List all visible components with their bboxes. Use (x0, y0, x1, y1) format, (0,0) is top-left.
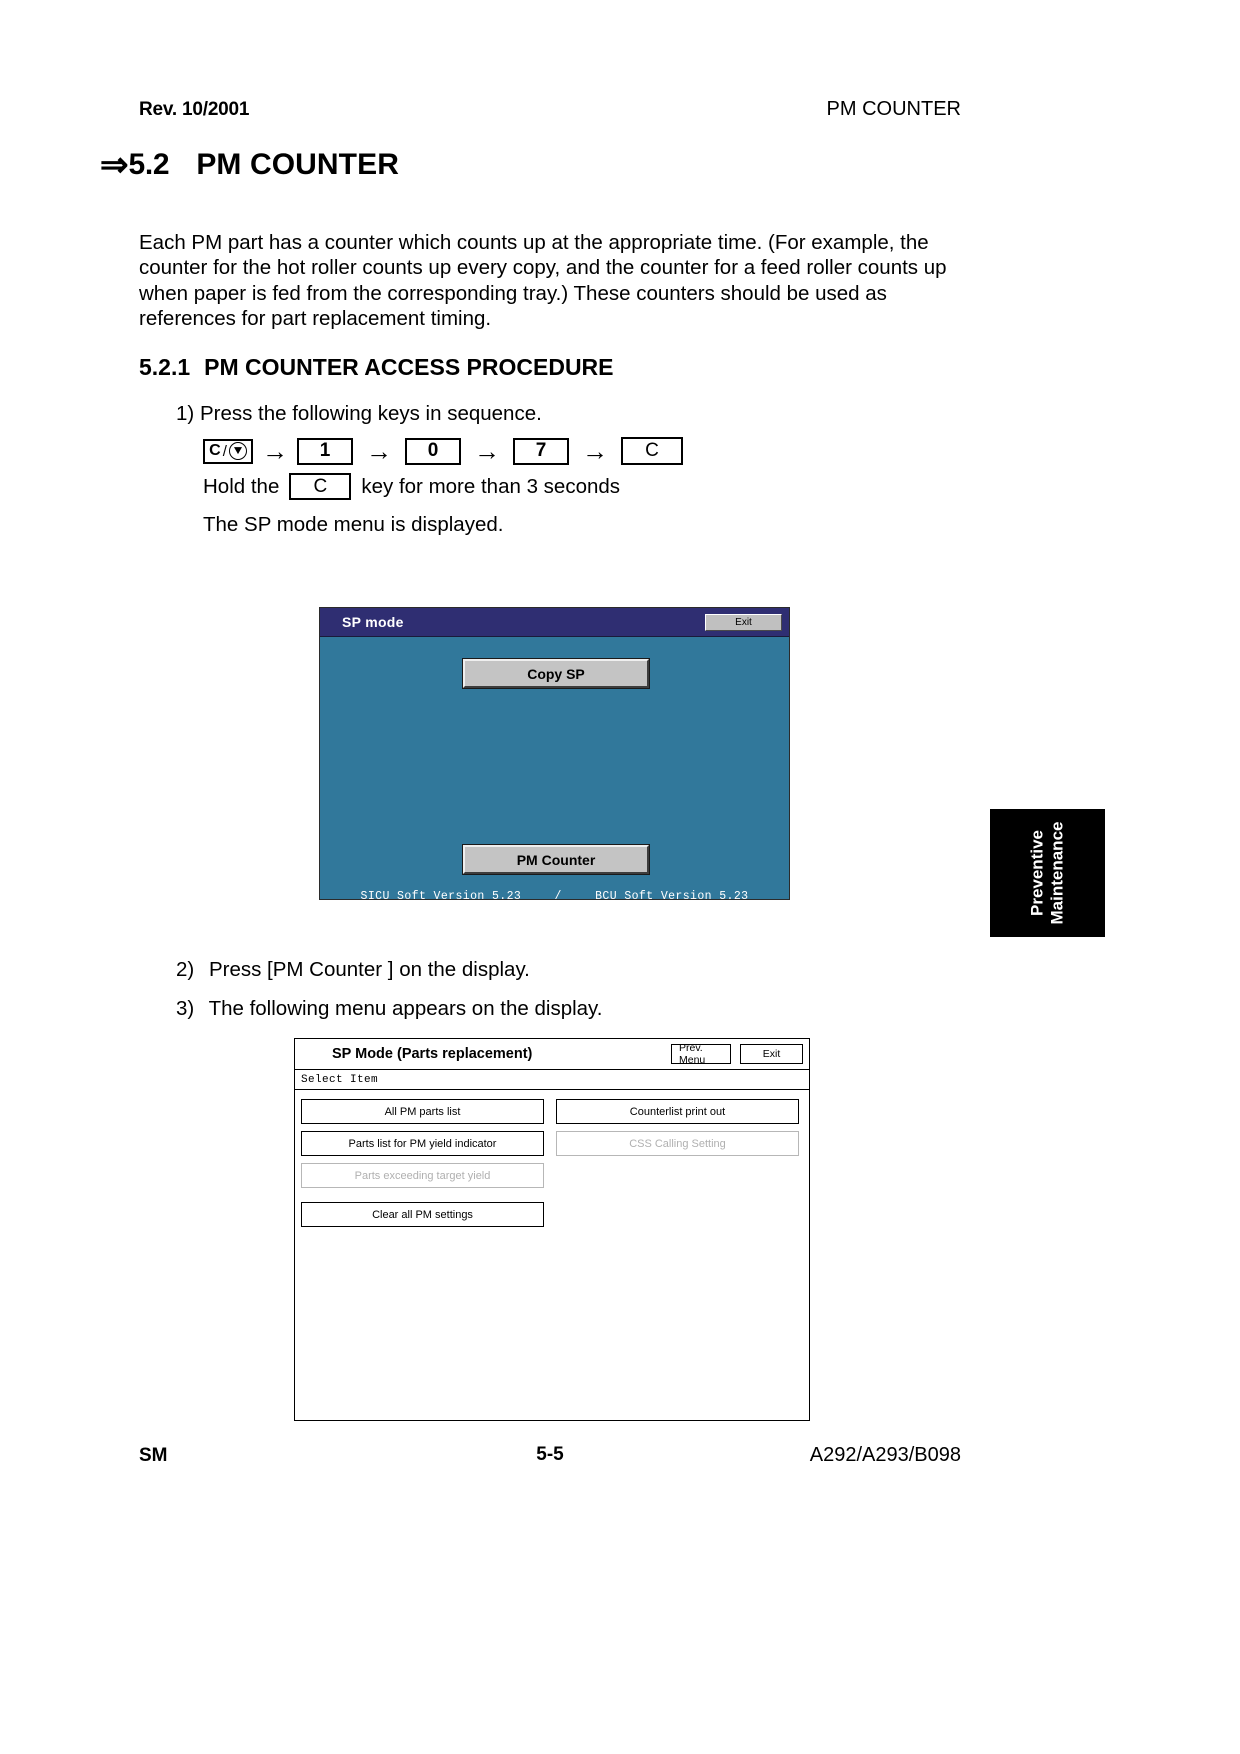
key-clear-stop: C / (203, 438, 253, 464)
step-1-body: Press the following keys in sequence. (199, 402, 542, 425)
sp-mode-exit-button[interactable]: Exit (705, 613, 782, 631)
step-3-text: 3) The following menu appears on the dis… (176, 997, 602, 1021)
step-1-text: 1) Press the following keys in sequence. (176, 402, 542, 426)
section-heading: ⇒ 5.2 PM COUNTER (100, 148, 399, 182)
hold-prefix: Hold the (203, 474, 280, 498)
sp-mode-screen-figure: SP mode Exit Copy SP PM Counter SICU Sof… (319, 607, 790, 903)
key-c: C (621, 437, 683, 465)
side-thumb-tab: Preventive Maintenance (990, 809, 1105, 937)
sequence-arrow-2: → (366, 436, 392, 466)
side-tab-label: Preventive Maintenance (1027, 822, 1067, 925)
subsection-heading: 5.2.1 PM COUNTER ACCESS PROCEDURE (139, 354, 614, 381)
section-title: PM COUNTER (196, 148, 399, 181)
sequence-arrow-3: → (474, 436, 500, 466)
css-calling-setting-button: CSS Calling Setting (556, 1131, 799, 1156)
parts-replacement-body: All PM parts list Counterlist print out … (295, 1090, 809, 1420)
parts-replacement-exit-button[interactable]: Exit (740, 1044, 803, 1064)
sp-mode-displayed-text: The SP mode menu is displayed. (203, 513, 504, 536)
section-intro-paragraph: Each PM part has a counter which counts … (139, 230, 947, 331)
model-codes: A292/A293/B098 (809, 1444, 961, 1466)
pm-counter-button[interactable]: PM Counter (462, 844, 650, 875)
all-pm-parts-list-button[interactable]: All PM parts list (301, 1099, 544, 1124)
step-2-number: 2) (176, 958, 195, 981)
sp-mode-title: SP mode (342, 614, 404, 630)
select-item-bar: Select Item (295, 1070, 809, 1090)
step-3-number: 3) (176, 997, 195, 1020)
version-separator: / (554, 890, 562, 903)
parts-replacement-title: SP Mode (Parts replacement) (332, 1046, 533, 1062)
subsection-title: PM COUNTER ACCESS PROCEDURE (204, 354, 614, 380)
sicu-version: SICU Soft Version 5.23 (360, 890, 522, 903)
stop-circle-icon (228, 442, 247, 460)
hold-key-instruction: Hold the C key for more than 3 seconds (203, 473, 620, 500)
hold-suffix: key for more than 3 seconds (361, 474, 621, 498)
counterlist-print-out-button[interactable]: Counterlist print out (556, 1099, 799, 1124)
clear-all-pm-settings-button[interactable]: Clear all PM settings (301, 1202, 544, 1227)
parts-replacement-screen-figure: SP Mode (Parts replacement) Prev. Menu E… (294, 1038, 810, 1421)
side-tab-line-2: Maintenance (1047, 821, 1067, 925)
key-sequence-row: C / → 1 → 0 → 7 → C (203, 437, 683, 465)
bcu-version: BCU Soft Version 5.23 (595, 890, 749, 903)
sequence-arrow-4: → (582, 436, 608, 466)
key-0: 0 (405, 437, 461, 465)
key-slash: / (222, 442, 227, 460)
parts-replacement-titlebar: SP Mode (Parts replacement) Prev. Menu E… (295, 1039, 809, 1070)
double-arrow-icon: ⇒ (100, 146, 128, 184)
revision-label: Rev. 10/2001 (139, 99, 250, 120)
copy-sp-button[interactable]: Copy SP (462, 658, 650, 689)
sp-mode-body: Copy SP PM Counter SICU Soft Version 5.2… (320, 637, 789, 903)
sp-mode-titlebar: SP mode Exit (320, 608, 789, 637)
step-2-text: 2) Press [PM Counter ] on the display. (176, 958, 530, 982)
step-3-body: The following menu appears on the displa… (208, 997, 603, 1020)
hold-key-c: C (289, 473, 352, 500)
side-tab-line-1: Preventive (1027, 830, 1047, 917)
key-1: 1 (297, 437, 353, 465)
prev-menu-button[interactable]: Prev. Menu (671, 1042, 731, 1066)
running-title: PM COUNTER (826, 98, 961, 120)
subsection-number: 5.2.1 (139, 354, 191, 380)
section-number: 5.2 (128, 148, 170, 181)
step-2-body: Press [PM Counter ] on the display. (208, 958, 530, 981)
footer-left-label: SM (139, 1445, 168, 1466)
step-1-number: 1) (176, 402, 195, 425)
parts-replacement-title-buttons: Prev. Menu Exit (671, 1042, 803, 1066)
key-clear-letter: C (209, 442, 221, 459)
parts-list-for-pm-yield-indicator-button[interactable]: Parts list for PM yield indicator (301, 1131, 544, 1156)
key-7: 7 (513, 437, 569, 465)
parts-exceeding-target-yield-button: Parts exceeding target yield (301, 1163, 544, 1188)
sequence-arrow-1: → (262, 436, 288, 466)
page-number: 5-5 (536, 1444, 564, 1465)
sp-mode-version-text: SICU Soft Version 5.23 / BCU Soft Versio… (320, 890, 789, 903)
page-footer: SM 5-5 A292/A293/B098 (139, 1444, 961, 1467)
running-head: Rev. 10/2001 PM COUNTER (139, 98, 961, 121)
